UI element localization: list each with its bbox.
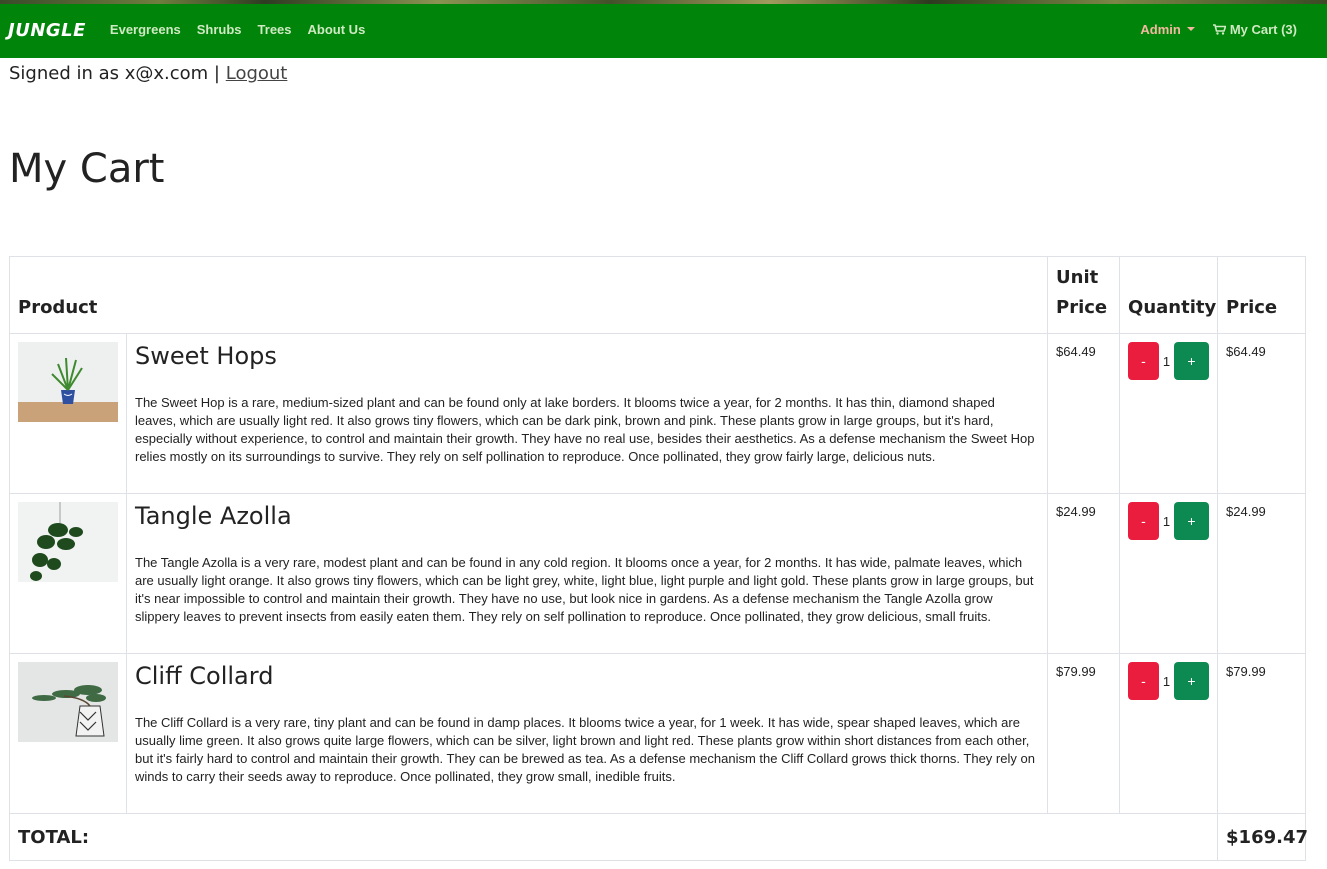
page-title: My Cart xyxy=(9,146,165,192)
admin-dropdown[interactable]: Admin xyxy=(1140,21,1195,37)
my-cart-link[interactable]: My Cart (3) xyxy=(1212,21,1297,37)
navbar-banner-strip xyxy=(0,0,1327,4)
table-row: Sweet Hops The Sweet Hop is a rare, medi… xyxy=(9,333,1307,494)
logout-link[interactable]: Logout xyxy=(226,63,288,84)
nav-link-trees[interactable]: Trees xyxy=(258,22,292,37)
caret-down-icon xyxy=(1186,27,1195,31)
nav-link-evergreens[interactable]: Evergreens xyxy=(110,22,181,37)
line-price: $79.99 xyxy=(1217,653,1307,814)
nav-link-shrubs[interactable]: Shrubs xyxy=(197,22,242,37)
line-price: $64.49 xyxy=(1217,333,1307,494)
increase-quantity-button[interactable]: + xyxy=(1174,502,1210,540)
unit-price: $79.99 xyxy=(1047,653,1121,814)
product-description: The Tangle Azolla is a very rare, modest… xyxy=(135,555,1034,624)
navbar-right: Admin My Cart (3) xyxy=(1140,22,1319,37)
admin-label: Admin xyxy=(1140,21,1181,37)
total-value: $169.47 xyxy=(1217,813,1308,861)
product-details-cell: Tangle Azolla The Tangle Azolla is a ver… xyxy=(125,493,1049,654)
quantity-stepper: - 1 + xyxy=(1128,342,1210,380)
table-row: Tangle Azolla The Tangle Azolla is a ver… xyxy=(9,493,1307,654)
header-price: Price xyxy=(1217,256,1307,334)
session-bar: Signed in as x@x.com | Logout xyxy=(0,58,1327,86)
product-name: Sweet Hops xyxy=(135,342,277,370)
product-details-cell: Cliff Collard The Cliff Collard is a ver… xyxy=(125,653,1049,814)
quantity-stepper: - 1 + xyxy=(1128,662,1210,700)
header-product: Product xyxy=(8,256,1049,334)
decrease-quantity-button[interactable]: - xyxy=(1128,662,1160,700)
product-name: Cliff Collard xyxy=(135,662,274,690)
brand-logo[interactable]: JUNGLE xyxy=(8,20,86,41)
signed-in-text: Signed in as x@x.com | xyxy=(9,63,220,84)
product-name: Tangle Azolla xyxy=(135,502,292,530)
product-image[interactable] xyxy=(18,662,118,742)
nav-link-about-us[interactable]: About Us xyxy=(308,22,366,37)
increase-quantity-button[interactable]: + xyxy=(1174,662,1210,700)
product-image[interactable] xyxy=(18,342,118,422)
shopping-cart-icon xyxy=(1212,23,1226,35)
header-quantity: Quantity xyxy=(1119,256,1219,334)
my-cart-label: My Cart (3) xyxy=(1229,21,1297,37)
cart-table-wrapper: Product Unit Price Quantity Price Sweet … xyxy=(8,256,1308,861)
line-price: $24.99 xyxy=(1217,493,1307,654)
product-details-cell: Sweet Hops The Sweet Hop is a rare, medi… xyxy=(125,333,1049,494)
increase-quantity-button[interactable]: + xyxy=(1174,342,1210,380)
product-description: The Cliff Collard is a very rare, tiny p… xyxy=(135,715,1035,784)
unit-price: $64.49 xyxy=(1047,333,1121,494)
decrease-quantity-button[interactable]: - xyxy=(1128,502,1160,540)
unit-price: $24.99 xyxy=(1047,493,1121,654)
quantity-value: 1 xyxy=(1162,353,1171,369)
total-row: TOTAL: $169.47 xyxy=(8,813,1308,861)
cart-table: Product Unit Price Quantity Price Sweet … xyxy=(8,256,1308,861)
header-unit-price: Unit Price xyxy=(1047,256,1121,334)
product-image[interactable] xyxy=(18,502,118,582)
table-row: Cliff Collard The Cliff Collard is a ver… xyxy=(9,653,1307,814)
product-description: The Sweet Hop is a rare, medium-sized pl… xyxy=(135,395,1035,464)
decrease-quantity-button[interactable]: - xyxy=(1128,342,1160,380)
quantity-stepper: - 1 + xyxy=(1128,502,1210,540)
quantity-cell: - 1 + xyxy=(1119,493,1219,654)
quantity-cell: - 1 + xyxy=(1119,653,1219,814)
total-label: TOTAL: xyxy=(8,813,1219,861)
product-image-cell xyxy=(9,653,127,814)
product-image-cell xyxy=(9,493,127,654)
quantity-value: 1 xyxy=(1162,513,1171,529)
product-image-cell xyxy=(9,333,127,494)
quantity-value: 1 xyxy=(1162,673,1171,689)
quantity-cell: - 1 + xyxy=(1119,333,1219,494)
top-navbar: JUNGLE Evergreens Shrubs Trees About Us … xyxy=(0,0,1327,58)
table-header-row: Product Unit Price Quantity Price xyxy=(8,256,1307,334)
